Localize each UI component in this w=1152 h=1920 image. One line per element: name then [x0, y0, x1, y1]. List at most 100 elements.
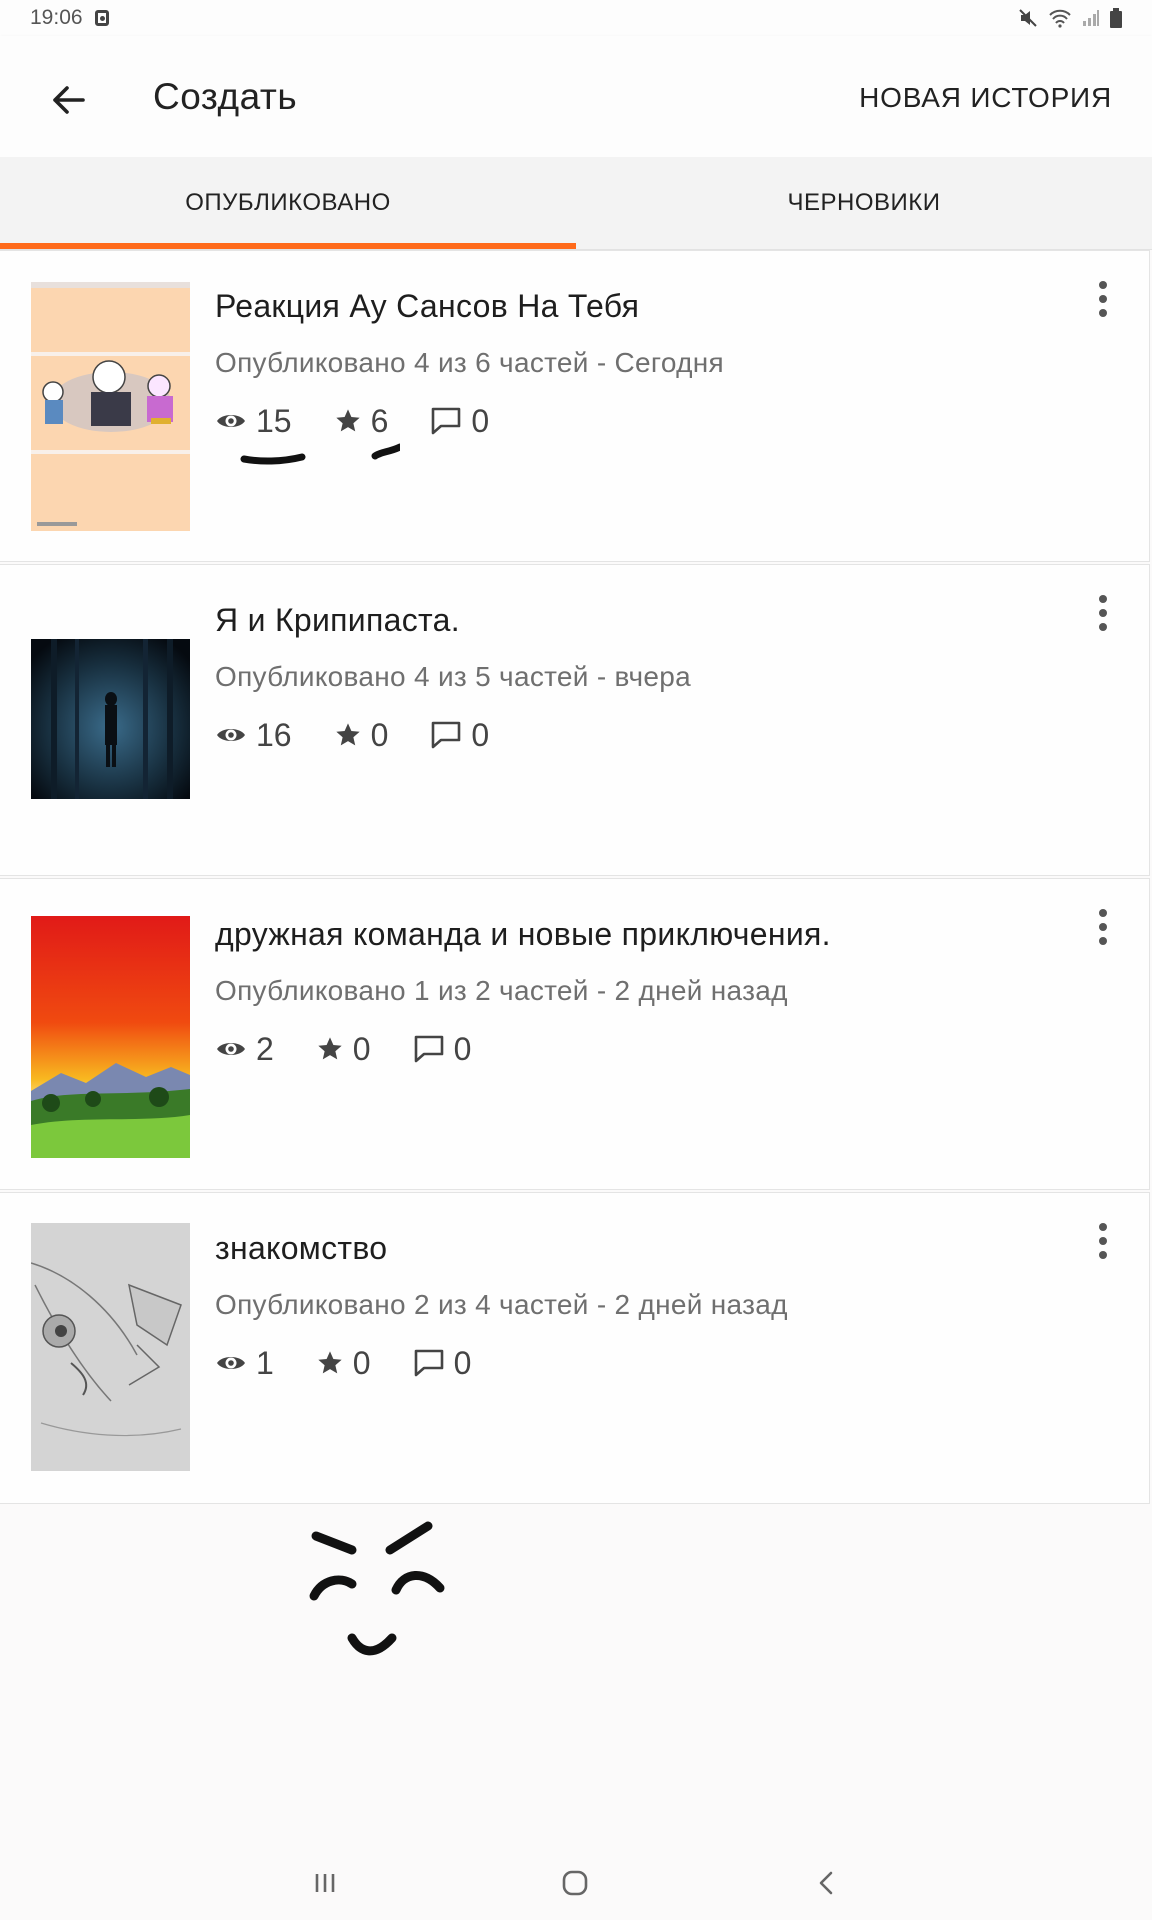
- dot: [1099, 309, 1107, 317]
- views-stat: 1: [215, 1345, 274, 1382]
- cover-image: [31, 911, 190, 1158]
- eye-icon: [217, 1357, 245, 1369]
- cover-image: [31, 1223, 190, 1471]
- story-stats: 15 6 0: [215, 401, 531, 441]
- comments-stat: 0: [413, 1344, 472, 1382]
- comments-stat: 0: [430, 717, 489, 754]
- dot: [1099, 909, 1107, 917]
- comment-icon: [414, 1035, 443, 1063]
- views-count: 2: [256, 1030, 274, 1067]
- votes-stat: 0: [316, 1345, 371, 1382]
- votes-count: 0: [370, 716, 389, 753]
- story-meta: Опубликовано 2 из 4 частей - 2 дней наза…: [215, 1289, 788, 1320]
- cover-image: [31, 639, 190, 799]
- dot: [1099, 1251, 1107, 1259]
- story-title[interactable]: дружная команда и новые приключения.: [215, 916, 831, 953]
- battery-icon: [1110, 8, 1122, 28]
- more-options-button[interactable]: [1091, 1223, 1115, 1259]
- notification-icon: [94, 10, 109, 26]
- story-stats: 2 0 0: [215, 1029, 513, 1069]
- views-count: 15: [256, 402, 292, 439]
- dot: [1099, 1237, 1107, 1245]
- star-icon: [318, 1037, 342, 1060]
- more-options-button[interactable]: [1091, 909, 1115, 945]
- comments-count: 0: [453, 1344, 472, 1381]
- back-button[interactable]: [48, 80, 88, 120]
- system-nav-bar: [0, 1845, 1152, 1920]
- dot: [1099, 281, 1107, 289]
- tab-published[interactable]: ОПУБЛИКОВАНО: [0, 157, 576, 249]
- cover-image: [31, 282, 190, 531]
- comment-icon: [414, 1349, 443, 1377]
- views-count: 1: [256, 1344, 274, 1381]
- story-meta: Опубликовано 4 из 5 частей - вчера: [215, 661, 691, 692]
- votes-count: 6: [370, 402, 389, 439]
- more-options-button[interactable]: [1091, 595, 1115, 631]
- votes-stat: 0: [316, 1031, 371, 1068]
- recent-apps-button[interactable]: [305, 1863, 345, 1903]
- views-stat: 2: [215, 1031, 274, 1068]
- votes-count: 0: [352, 1030, 371, 1067]
- story-cover[interactable]: [31, 1223, 190, 1471]
- story-cover[interactable]: [31, 639, 190, 799]
- recent-apps-icon: [315, 1874, 335, 1892]
- story-meta: Опубликовано 1 из 2 частей - 2 дней наза…: [215, 975, 788, 1006]
- dot: [1099, 923, 1107, 931]
- story-title[interactable]: Я и Крипипаста.: [215, 602, 460, 639]
- eye-icon: [217, 729, 245, 741]
- dot: [1099, 295, 1107, 303]
- comments-count: 0: [453, 1030, 472, 1067]
- back-nav-button[interactable]: [806, 1863, 846, 1903]
- story-item[interactable]: дружная команда и новые приключения. Опу…: [0, 878, 1150, 1190]
- star-icon: [318, 1351, 342, 1374]
- app-bar: Создать НОВАЯ ИСТОРИЯ: [0, 36, 1152, 157]
- handwritten-face-doodle: [309, 1521, 445, 1656]
- votes-stat: 6: [334, 402, 389, 440]
- back-nav-icon: [819, 1871, 833, 1895]
- tab-indicator: [0, 243, 576, 249]
- story-item[interactable]: знакомство Опубликовано 2 из 4 частей - …: [0, 1192, 1150, 1504]
- comments-stat: 0: [430, 403, 489, 440]
- comments-count: 0: [471, 402, 490, 439]
- mute-icon: [1019, 9, 1037, 27]
- dot: [1099, 595, 1107, 603]
- home-button[interactable]: [553, 1863, 597, 1903]
- story-cover[interactable]: [31, 282, 190, 531]
- comment-icon: [432, 407, 461, 435]
- dot: [1099, 623, 1107, 631]
- dot: [1099, 1223, 1107, 1231]
- status-time: 19:06: [30, 6, 83, 29]
- story-title[interactable]: Реакция Ау Сансов На Тебя: [215, 288, 639, 325]
- views-stat: 15: [215, 403, 292, 440]
- home-icon: [562, 1870, 588, 1896]
- eye-icon: [217, 415, 245, 427]
- more-options-button[interactable]: [1091, 281, 1115, 317]
- tab-drafts[interactable]: ЧЕРНОВИКИ: [576, 157, 1152, 249]
- story-cover[interactable]: [31, 911, 190, 1158]
- dot: [1099, 937, 1107, 945]
- comment-icon: [432, 721, 461, 749]
- status-bar: 19:06: [0, 0, 1152, 36]
- views-count: 16: [256, 716, 292, 753]
- story-stats: 16 0 0: [215, 715, 531, 755]
- new-story-button[interactable]: НОВАЯ ИСТОРИЯ: [859, 82, 1112, 114]
- arrow-left-icon: [53, 86, 85, 114]
- star-icon: [335, 409, 360, 432]
- views-stat: 16: [215, 717, 292, 754]
- votes-stat: 0: [334, 716, 389, 754]
- story-title[interactable]: знакомство: [215, 1230, 387, 1267]
- comments-count: 0: [471, 716, 490, 753]
- tab-bar: ОПУБЛИКОВАНО ЧЕРНОВИКИ: [0, 157, 1152, 250]
- page-title: Создать: [153, 76, 298, 117]
- comments-stat: 0: [413, 1030, 472, 1068]
- signal-icon: [1083, 10, 1099, 26]
- story-stats: 1 0 0: [215, 1343, 513, 1383]
- dot: [1099, 609, 1107, 617]
- handwritten-underline-mark: [240, 443, 400, 465]
- story-meta: Опубликовано 4 из 6 частей - Сегодня: [215, 347, 724, 378]
- eye-icon: [217, 1043, 245, 1055]
- star-icon: [335, 723, 360, 746]
- story-item[interactable]: Я и Крипипаста. Опубликовано 4 из 5 част…: [0, 564, 1150, 876]
- votes-count: 0: [352, 1344, 371, 1381]
- story-item[interactable]: Реакция Ау Сансов На Тебя Опубликовано 4…: [0, 250, 1150, 562]
